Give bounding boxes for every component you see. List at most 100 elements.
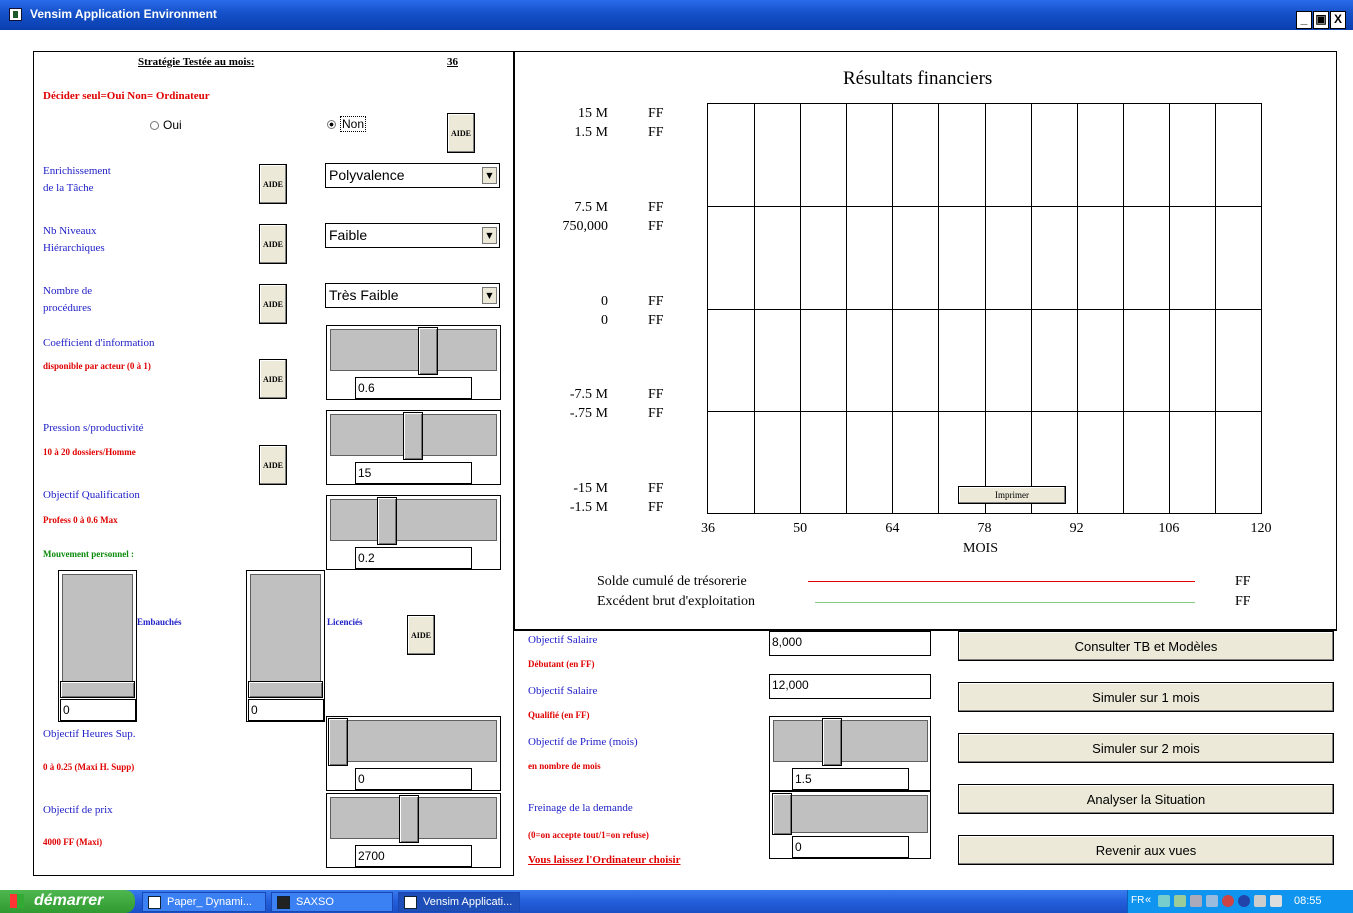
pression-slider-thumb[interactable] — [403, 412, 423, 460]
qualif-slider-thumb[interactable] — [377, 497, 397, 545]
heures-label: Objectif Heures Sup. — [43, 728, 136, 740]
ordinateur-link[interactable]: Vous laissez l'Ordinateur choisir — [528, 854, 681, 866]
taskbar-item-saxso[interactable]: SAXSO — [271, 892, 393, 912]
salaire-deb-sub: Débutant (en FF) — [528, 659, 595, 669]
embauches-slider-track[interactable] — [62, 574, 133, 698]
licencies-slider-track[interactable] — [250, 574, 321, 698]
x-axis-label: MOIS — [963, 541, 999, 556]
embauches-slider-thumb[interactable] — [60, 681, 135, 698]
start-label: démarrer — [34, 892, 104, 909]
radio-oui[interactable]: Oui — [150, 118, 182, 132]
salaire-qual-field[interactable]: 12,000 — [769, 674, 931, 699]
y-unit-group: FF FF — [648, 198, 664, 236]
chevron-down-icon[interactable]: ▼ — [482, 287, 497, 304]
aide-button-pression[interactable]: AIDE — [259, 445, 287, 485]
aide-button-niveaux[interactable]: AIDE — [259, 224, 287, 264]
wifi-icon[interactable] — [1270, 895, 1282, 907]
prix-slider-thumb[interactable] — [399, 795, 419, 843]
qualif-value-field[interactable]: 0.2 — [355, 547, 472, 569]
freinage-slider-thumb[interactable] — [772, 793, 792, 835]
language-indicator[interactable]: FR — [1131, 895, 1144, 906]
radio-oui-circle[interactable] — [150, 121, 159, 130]
nb-niveaux-select[interactable]: Faible ▼ — [325, 223, 500, 248]
heures-slider-thumb[interactable] — [328, 718, 348, 766]
prix-slider[interactable]: 2700 — [326, 793, 501, 868]
salaire-deb-field[interactable]: 8,000 — [769, 631, 931, 656]
start-button[interactable]: démarrer — [0, 890, 135, 913]
prime-slider-track[interactable] — [773, 720, 928, 762]
simuler-1-mois-button[interactable]: Simuler sur 1 mois — [958, 682, 1334, 712]
aide-button-procedures[interactable]: AIDE — [259, 284, 287, 324]
vensim-app-icon — [9, 8, 22, 21]
y-tick-label: 750,000 — [562, 219, 609, 234]
enrich-select[interactable]: Polyvalence ▼ — [325, 163, 500, 188]
tray-app-icon[interactable] — [1190, 895, 1202, 907]
analyser-button[interactable]: Analyser la Situation — [958, 784, 1334, 814]
pression-slider[interactable]: 15 — [326, 410, 501, 485]
window-title: Vensim Application Environment — [30, 7, 217, 21]
freinage-value-field[interactable]: 0 — [792, 836, 909, 858]
coef-value-field[interactable]: 0.6 — [355, 377, 472, 399]
licencies-value-field[interactable]: 0 — [248, 699, 324, 721]
y-tick-group-3: 0 0 — [562, 292, 608, 330]
coef-slider[interactable]: 0.6 — [326, 325, 501, 400]
salaire-qual-sub: Qualifié (en FF) — [528, 710, 590, 720]
revenir-button[interactable]: Revenir aux vues — [958, 835, 1334, 865]
licencies-slider-thumb[interactable] — [248, 681, 323, 698]
network-icon[interactable] — [1158, 895, 1170, 907]
chevron-down-icon[interactable]: ▼ — [482, 167, 497, 184]
licencies-slider[interactable]: 0 — [246, 570, 325, 722]
y-tick-group-4: -7.5 M -.75 M — [548, 385, 608, 423]
qualif-slider-track[interactable] — [330, 499, 497, 541]
security-icon[interactable] — [1222, 895, 1234, 907]
bluetooth-icon[interactable] — [1238, 895, 1250, 907]
coef-slider-thumb[interactable] — [418, 327, 438, 375]
y-tick-label: 1.5 M — [574, 125, 608, 140]
simuler-2-mois-button[interactable]: Simuler sur 2 mois — [958, 733, 1334, 763]
y-unit-group: FF FF — [648, 385, 664, 423]
tray-app-icon[interactable] — [1174, 895, 1186, 907]
legend-series-2-line — [815, 602, 1195, 603]
freinage-slider[interactable]: 0 — [769, 791, 931, 859]
legend-series-2-label: Excédent brut d'exploitation — [597, 594, 756, 609]
enrich-label-line1: Enrichissement — [43, 165, 111, 177]
aide-button-enrich[interactable]: AIDE — [259, 164, 287, 204]
tray-app-icon[interactable] — [1206, 895, 1218, 907]
radio-non-circle[interactable] — [327, 120, 336, 129]
radio-non[interactable]: Non — [327, 116, 367, 132]
heures-slider-track[interactable] — [330, 720, 497, 762]
embauches-slider[interactable]: 0 — [58, 570, 137, 722]
prime-slider[interactable]: 1.5 — [769, 716, 931, 791]
heures-slider[interactable]: 0 — [326, 716, 501, 791]
legend-series-2-unit: FF — [1235, 594, 1251, 609]
prix-value-field[interactable]: 2700 — [355, 845, 472, 867]
coef-slider-track[interactable] — [330, 329, 497, 371]
embauches-value-field[interactable]: 0 — [60, 699, 136, 721]
y-unit-group: FF FF — [648, 292, 664, 330]
aide-button-mouvement[interactable]: AIDE — [407, 615, 435, 655]
y-unit-label: FF — [648, 200, 664, 215]
prime-value-field[interactable]: 1.5 — [792, 768, 909, 790]
aide-button-coef[interactable]: AIDE — [259, 359, 287, 399]
freinage-slider-track[interactable] — [773, 795, 928, 833]
heures-value-field[interactable]: 0 — [355, 768, 472, 790]
pression-value-field[interactable]: 15 — [355, 462, 472, 484]
taskbar-item-vensim[interactable]: Vensim Applicati... — [398, 892, 520, 912]
close-button[interactable]: X — [1330, 11, 1346, 29]
imprimer-button[interactable]: Imprimer — [958, 486, 1066, 504]
taskbar-item-paper[interactable]: Paper_ Dynami... — [142, 892, 266, 912]
minimize-button[interactable]: _ — [1296, 11, 1312, 29]
strategy-label: Stratégie Testée au mois: — [138, 56, 255, 68]
prime-slider-thumb[interactable] — [822, 718, 842, 766]
aide-button-decide[interactable]: AIDE — [447, 113, 475, 153]
volume-icon[interactable] — [1254, 895, 1266, 907]
prix-label: Objectif de prix — [43, 804, 113, 816]
chevron-down-icon[interactable]: ▼ — [482, 227, 497, 244]
maximize-button[interactable]: ▣ — [1313, 11, 1329, 29]
y-unit-label: FF — [648, 500, 664, 515]
qualif-slider[interactable]: 0.2 — [326, 495, 501, 570]
freinage-sub: (0=on accepte tout/1=on refuse) — [528, 830, 649, 840]
tray-expand-icon[interactable]: « — [1145, 894, 1151, 906]
consulter-button[interactable]: Consulter TB et Modèles — [958, 631, 1334, 661]
procedures-select[interactable]: Très Faible ▼ — [325, 283, 500, 308]
